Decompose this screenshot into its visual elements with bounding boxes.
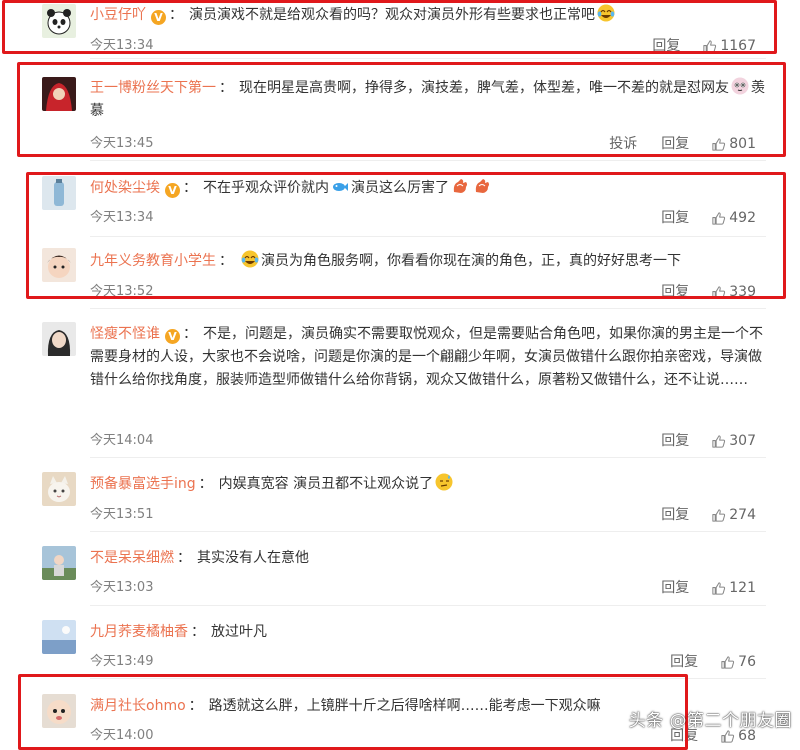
comment-divider (90, 605, 766, 606)
thumb-up-icon (712, 508, 726, 522)
verified-badge-icon: V (165, 329, 180, 344)
highlight-box (26, 172, 786, 299)
like-button[interactable]: 307 (711, 433, 756, 449)
cat-avatar[interactable] (42, 472, 76, 506)
comment-username[interactable]: 不是呆呆细燃 (90, 550, 174, 566)
comment-actions: 回复 307 (637, 433, 756, 449)
comment-divider (90, 160, 766, 161)
comment-divider (90, 531, 766, 532)
like-button[interactable]: 274 (711, 507, 756, 523)
comment-username[interactable]: 预备暴富选手ing (90, 476, 196, 492)
comment-timestamp: 今天13:51 (90, 507, 154, 522)
highlight-box (17, 62, 786, 157)
like-count: 76 (738, 654, 756, 670)
comment-actions: 回复 274 (637, 507, 756, 523)
outdoor-avatar[interactable] (42, 546, 76, 580)
comment-text: 怪瘦不怪谁 V：不是，问题是，演员确实不需要取悦观众，但是需要贴合角色吧，如果你演… (90, 323, 766, 392)
like-count: 274 (729, 507, 756, 523)
girl-avatar[interactable] (42, 322, 76, 356)
comment-divider (90, 58, 766, 59)
reply-button[interactable]: 回复 (670, 654, 698, 670)
watermark: 头条 @第二个朋友圈 (628, 711, 792, 731)
comment-colon: ： (177, 550, 191, 566)
comment-body: 放过叶凡 (211, 624, 267, 640)
comment-actions: 回复 121 (637, 580, 756, 596)
comment-text: 不是呆呆细燃： 其实没有人在意他 (90, 547, 766, 570)
reply-button[interactable]: 回复 (661, 433, 689, 449)
comment-timestamp: 今天13:49 (90, 654, 154, 669)
comment-body: 其实没有人在意他 (197, 550, 309, 566)
comment-colon: ： (198, 476, 213, 492)
comment-list: 小豆仔吖 V：演员演戏不就是给观众看的吗？观众对演员外形有些要求也正常吧 今天13:… (0, 0, 800, 750)
thumb-up-icon (712, 581, 726, 595)
comment-username[interactable]: 九月荞麦橘柚香 (90, 624, 188, 640)
like-button[interactable]: 76 (720, 654, 756, 670)
sky-avatar[interactable] (42, 620, 76, 654)
highlight-box (18, 674, 688, 750)
like-count: 121 (729, 580, 756, 596)
comment-divider (90, 308, 766, 309)
comment-text: 九月荞麦橘柚香： 放过叶凡 (90, 621, 766, 644)
sweat-emoji (435, 473, 453, 491)
comment-username[interactable]: 怪瘦不怪谁 (90, 326, 160, 342)
like-count: 307 (729, 433, 756, 449)
thumb-up-icon (712, 434, 726, 448)
comment-text: 预备暴富选手ing： 内娱真宽容 演员丑都不让观众说了 (90, 473, 766, 496)
reply-button[interactable]: 回复 (661, 507, 689, 523)
comment-timestamp: 今天13:03 (90, 580, 154, 595)
like-button[interactable]: 121 (711, 580, 756, 596)
comment-actions: 回复 76 (646, 654, 756, 670)
comment-divider (90, 457, 766, 458)
reply-button[interactable]: 回复 (661, 580, 689, 596)
comment-timestamp: 今天14:04 (90, 433, 154, 448)
thumb-up-icon (721, 655, 735, 669)
comment-colon: ： (183, 326, 197, 342)
comment-colon: ： (191, 624, 205, 640)
highlight-box (2, 0, 777, 54)
comment-body: 内娱真宽容 演员丑都不让观众说了 (218, 476, 434, 492)
